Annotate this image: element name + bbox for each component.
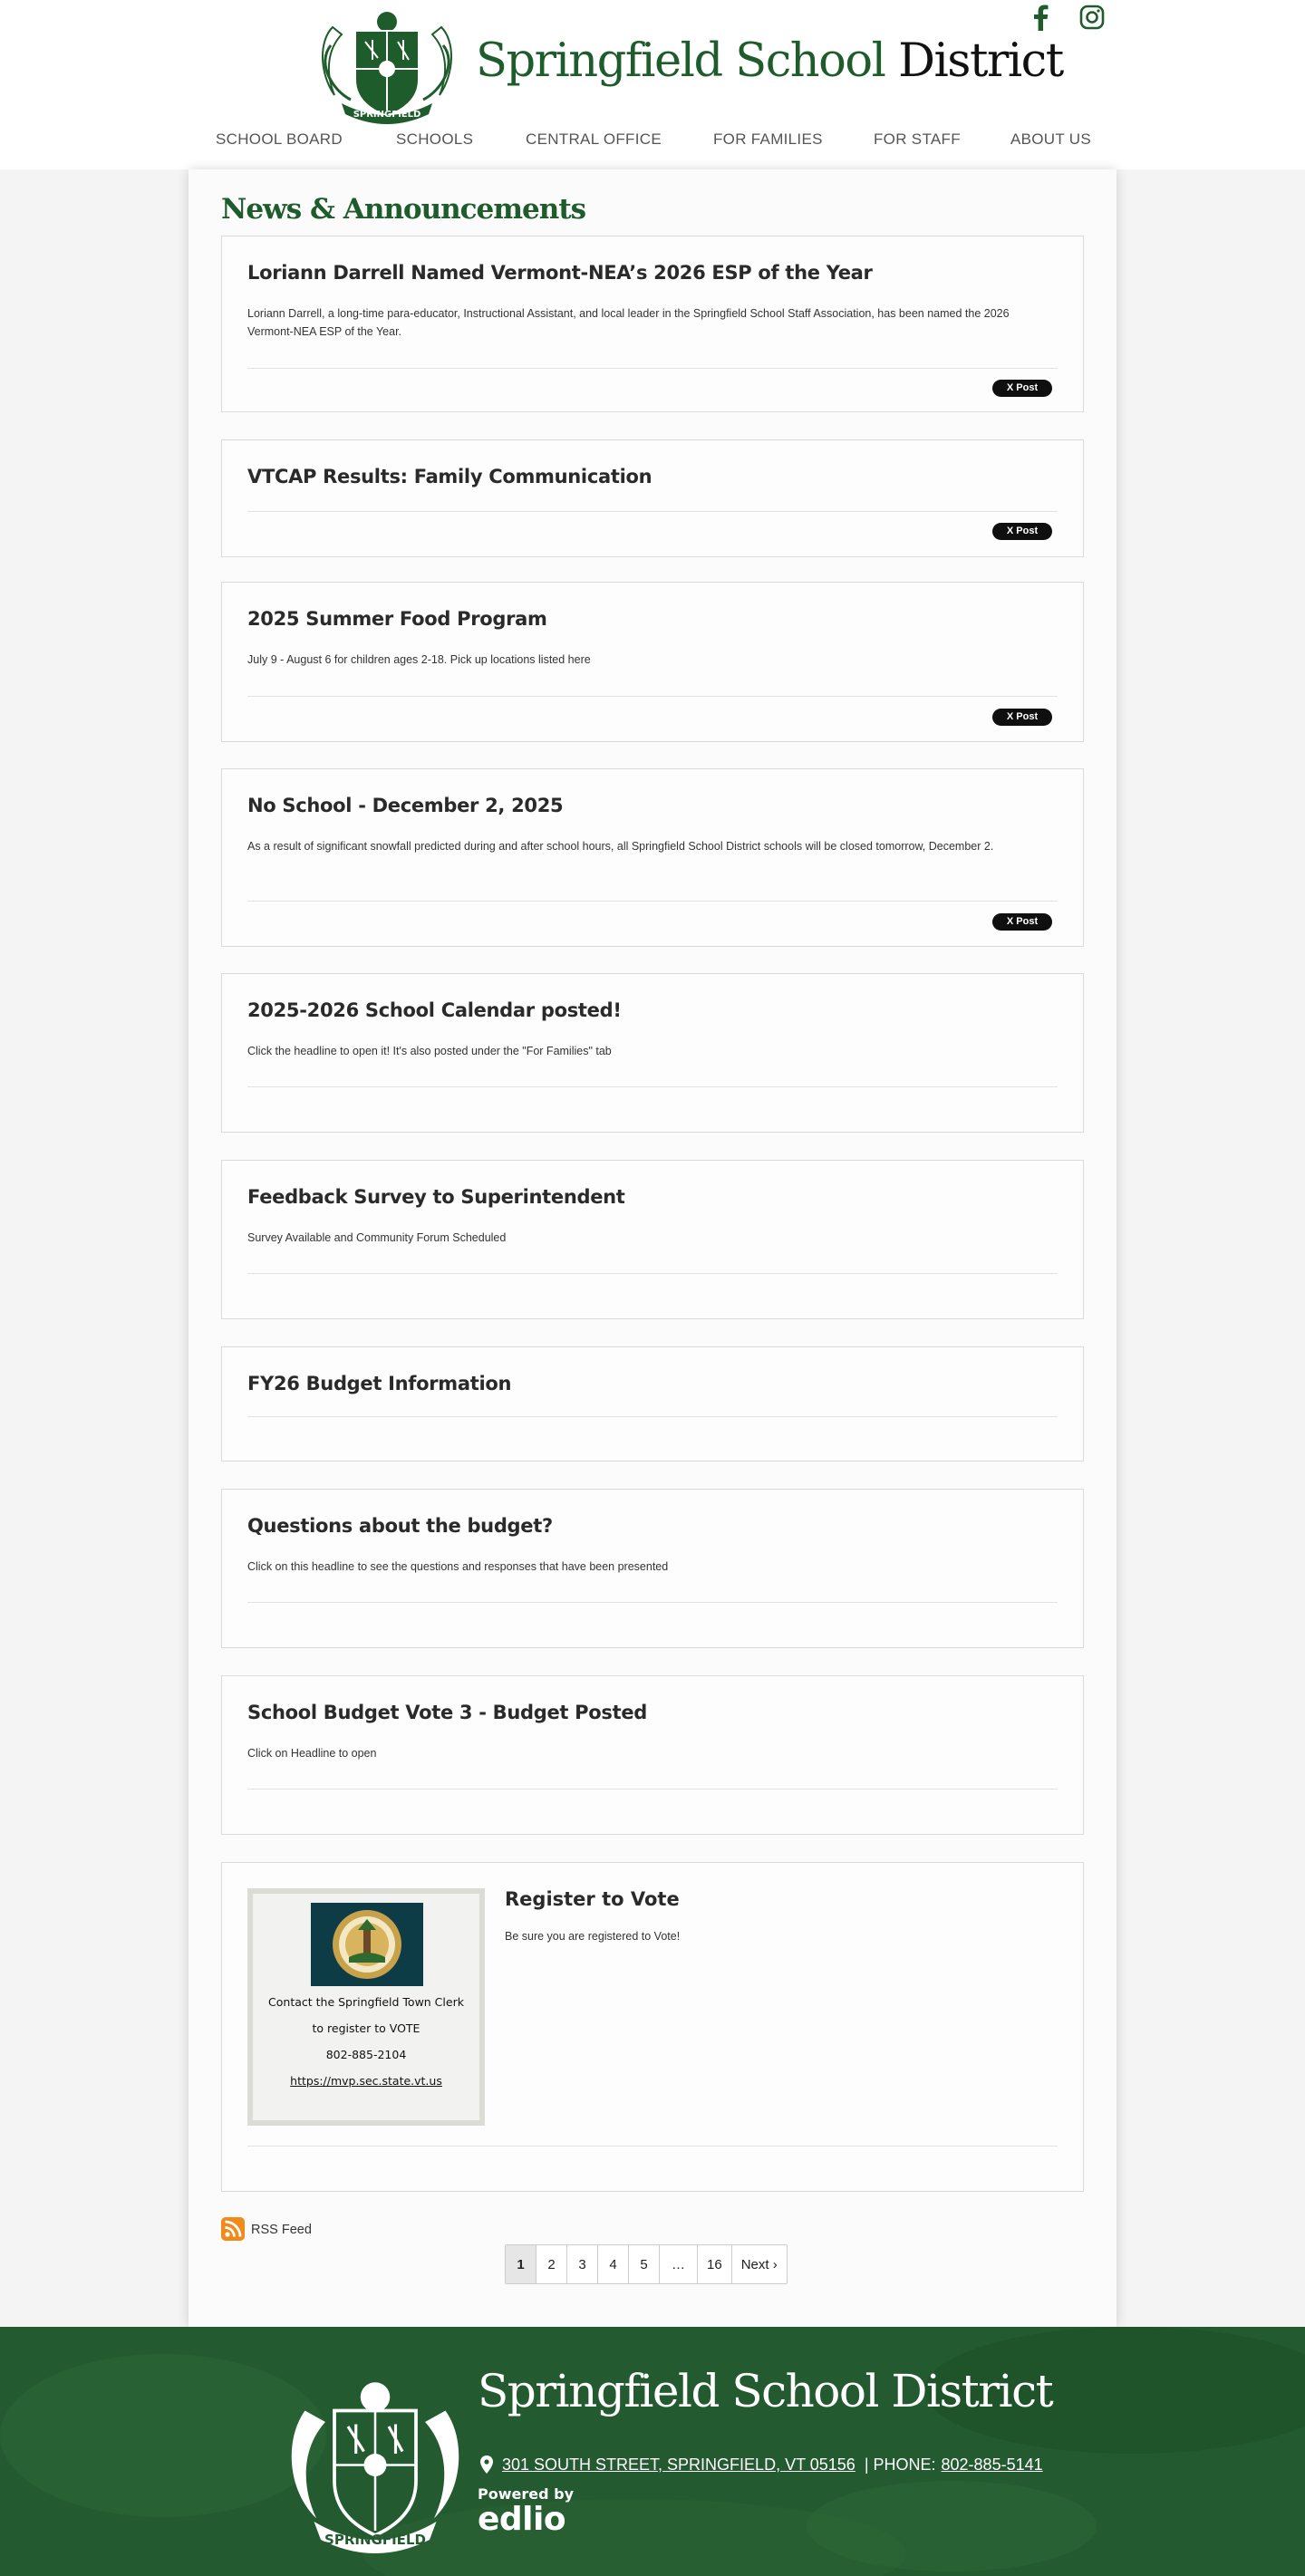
page-2-button[interactable]: 2 xyxy=(536,2245,567,2283)
powered-by-edlio[interactable]: Powered by edlio xyxy=(478,2486,574,2537)
divider xyxy=(247,1789,1058,1790)
page-5-button[interactable]: 5 xyxy=(629,2245,660,2283)
footer-contact: 301 SOUTH STREET, SPRINGFIELD, VT 05156 … xyxy=(480,2454,1043,2475)
x-post-button[interactable]: X Post xyxy=(992,709,1052,726)
news-item: 2025-2026 School Calendar posted! Click … xyxy=(221,973,1084,1133)
news-item-summary: Survey Available and Community Forum Sch… xyxy=(247,1231,507,1244)
nav-item-for-families[interactable]: FOR FAMILIES xyxy=(713,130,823,149)
news-item-title[interactable]: Questions about the budget? xyxy=(247,1515,553,1537)
news-item-summary: Click on this headline to see the questi… xyxy=(247,1560,669,1573)
site-title[interactable]: Springfield School District xyxy=(476,34,1064,88)
site-title-district: District xyxy=(898,34,1064,88)
news-item: 2025 Summer Food Program July 9 - August… xyxy=(221,582,1084,742)
news-section-title: News & Announcements xyxy=(221,193,586,226)
news-item-register-to-vote: Contact the Springfield Town Clerk to re… xyxy=(221,1862,1084,2192)
register-to-vote-image[interactable]: Contact the Springfield Town Clerk to re… xyxy=(247,1888,485,2126)
news-item: FY26 Budget Information xyxy=(221,1346,1084,1462)
map-pin-icon xyxy=(480,2455,493,2474)
news-item-summary: July 9 - August 6 for children ages 2-18… xyxy=(247,653,591,666)
divider xyxy=(247,901,1058,902)
nav-item-schools[interactable]: SCHOOLS xyxy=(396,130,473,149)
news-item: No School - December 2, 2025 As a result… xyxy=(221,768,1084,947)
news-item-title[interactable]: 2025-2026 School Calendar posted! xyxy=(247,999,622,1021)
footer-phone-link[interactable]: 802-885-5141 xyxy=(942,2455,1043,2475)
news-item-title[interactable]: No School - December 2, 2025 xyxy=(247,795,564,816)
main-content: News & Announcements Loriann Darrell Nam… xyxy=(188,169,1116,2327)
news-item-title[interactable]: Register to Vote xyxy=(505,1888,680,1910)
news-item: VTCAP Results: Family Communication X Po… xyxy=(221,439,1084,557)
nav-item-school-board[interactable]: SCHOOL BOARD xyxy=(216,130,343,149)
edlio-logo: edlio xyxy=(478,2501,566,2538)
nav-item-about-us[interactable]: ABOUT US xyxy=(1010,130,1091,149)
news-item-summary: Be sure you are registered to Vote! xyxy=(505,1930,681,1943)
next-page-button[interactable]: Next › xyxy=(732,2245,787,2283)
news-item: Feedback Survey to Superintendent Survey… xyxy=(221,1160,1084,1319)
news-item: School Budget Vote 3 - Budget Posted Cli… xyxy=(221,1675,1084,1835)
page-16-button[interactable]: 16 xyxy=(698,2245,732,2283)
x-post-button[interactable]: X Post xyxy=(992,913,1052,931)
page-1-button[interactable]: 1 xyxy=(506,2245,536,2283)
news-item-title[interactable]: VTCAP Results: Family Communication xyxy=(247,466,652,487)
pagination: 1 2 3 4 5 … 16 Next › xyxy=(505,2244,788,2284)
vote-image-line-1: Contact the Springfield Town Clerk xyxy=(268,1995,464,2009)
site-title-springfield-school: Springfield School xyxy=(476,34,886,88)
news-item-title[interactable]: Loriann Darrell Named Vermont-NEA’s 2026… xyxy=(247,262,873,284)
divider xyxy=(247,511,1058,512)
x-post-button[interactable]: X Post xyxy=(992,523,1052,540)
news-item-title[interactable]: School Budget Vote 3 - Budget Posted xyxy=(247,1702,647,1723)
news-item: Loriann Darrell Named Vermont-NEA’s 2026… xyxy=(221,236,1084,412)
divider xyxy=(247,1086,1058,1087)
facebook-link[interactable] xyxy=(1031,4,1049,35)
svg-text:SPRINGFIELD: SPRINGFIELD xyxy=(324,2532,426,2548)
divider xyxy=(247,1602,1058,1603)
news-item-title[interactable]: 2025 Summer Food Program xyxy=(247,608,547,630)
vote-image-line-2: to register to VOTE xyxy=(312,2021,420,2035)
vote-image-link-line: https://mvp.sec.state.vt.us xyxy=(253,2074,479,2088)
news-item-summary: As a result of significant snowfall pred… xyxy=(247,840,994,853)
footer-crest-logo[interactable]: SPRINGFIELD xyxy=(285,2377,466,2558)
divider xyxy=(247,368,1058,369)
footer-address-link[interactable]: 301 SOUTH STREET, SPRINGFIELD, VT 05156 xyxy=(502,2455,856,2475)
footer-phone-label: | PHONE: xyxy=(864,2455,936,2474)
vermont-state-seal xyxy=(311,1903,423,1986)
divider xyxy=(247,696,1058,697)
svg-text:SPRINGFIELD: SPRINGFIELD xyxy=(353,110,421,120)
facebook-icon xyxy=(1034,5,1049,31)
district-crest-logo[interactable]: SPRINGFIELD xyxy=(314,9,459,125)
rss-icon xyxy=(221,2217,245,2241)
nav-item-for-staff[interactable]: FOR STAFF xyxy=(874,130,961,149)
news-item-title[interactable]: Feedback Survey to Superintendent xyxy=(247,1186,625,1208)
news-item: Questions about the budget? Click on thi… xyxy=(221,1489,1084,1648)
page-3-button[interactable]: 3 xyxy=(567,2245,598,2283)
page-4-button[interactable]: 4 xyxy=(598,2245,629,2283)
news-item-title[interactable]: FY26 Budget Information xyxy=(247,1373,511,1394)
pagination-ellipsis: … xyxy=(660,2245,698,2283)
news-item-summary: Click on Headline to open xyxy=(247,1747,377,1760)
vote-registration-link[interactable]: https://mvp.sec.state.vt.us xyxy=(290,2074,442,2088)
vote-image-phone: 802-885-2104 xyxy=(325,2048,407,2061)
instagram-icon xyxy=(1079,5,1105,30)
divider xyxy=(247,1273,1058,1274)
x-post-button[interactable]: X Post xyxy=(992,380,1052,397)
site-header: SPRINGFIELD Springfield School District … xyxy=(0,0,1305,169)
footer-title: Springfield School District xyxy=(478,2365,1054,2417)
news-item-summary: Loriann Darrell, a long-time para-educat… xyxy=(247,307,1010,338)
divider xyxy=(247,2146,1058,2147)
divider xyxy=(247,1416,1058,1417)
main-nav: SCHOOL BOARD SCHOOLS CENTRAL OFFICE FOR … xyxy=(0,130,1305,158)
nav-item-central-office[interactable]: CENTRAL OFFICE xyxy=(526,130,662,149)
news-item-summary: Click the headline to open it! It's also… xyxy=(247,1045,612,1057)
site-footer: SPRINGFIELD Springfield School District … xyxy=(0,2327,1305,2576)
instagram-link[interactable] xyxy=(1078,4,1106,35)
rss-feed-label: RSS Feed xyxy=(251,2223,312,2237)
